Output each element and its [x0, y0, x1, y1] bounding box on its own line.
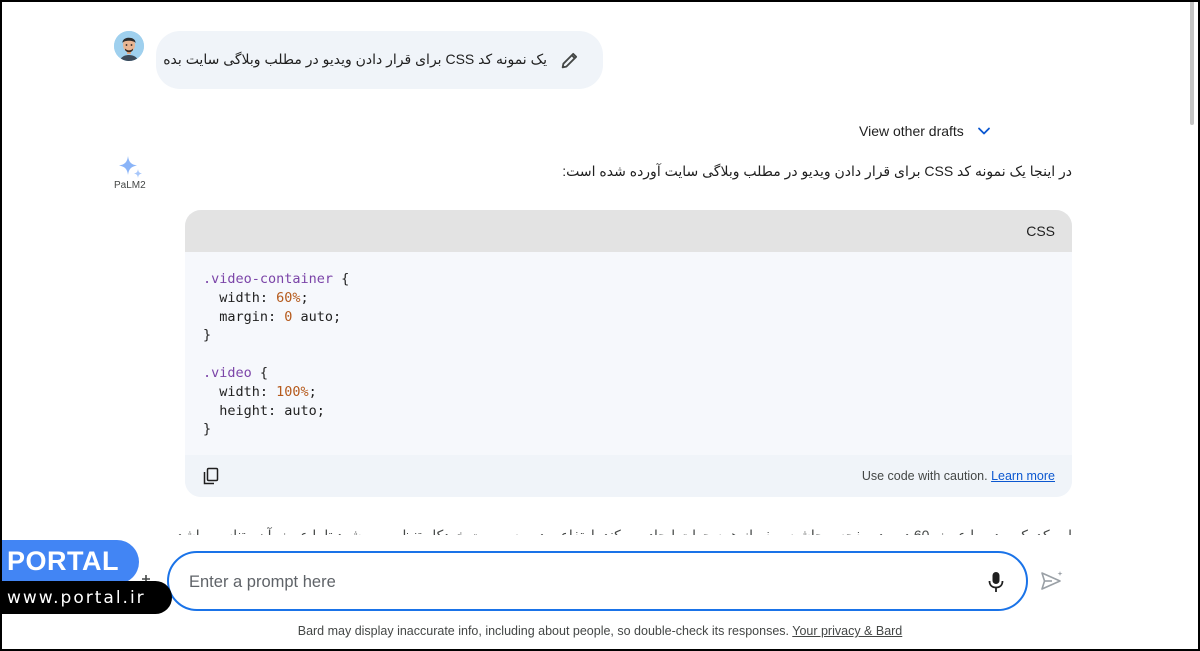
watermark-url: www.portal.ir — [7, 588, 146, 608]
edit-icon[interactable] — [559, 49, 581, 71]
code-line: margin: 0 auto; — [203, 308, 342, 325]
prompt-bar — [167, 551, 1028, 611]
code-block-header: CSS — [185, 210, 1072, 252]
prompt-input[interactable] — [189, 570, 949, 594]
mic-icon[interactable] — [986, 571, 1006, 593]
code-body: .video-container { width: 60%; margin: 0… — [185, 252, 1072, 455]
code-block: CSS .video-container { width: 60%; margi… — [185, 210, 1072, 497]
sparkle-icon — [117, 156, 143, 180]
model-label: PaLM2 — [114, 180, 146, 191]
code-caution: Use code with caution. Learn more — [861, 469, 1055, 483]
code-line: .video { — [203, 364, 269, 381]
user-avatar — [114, 31, 144, 61]
scrollbar[interactable] — [1190, 0, 1194, 125]
reply-continuation-text: این کد یک ویدیو با عرض 60 درصد صفحه و حا… — [172, 527, 1072, 535]
copy-icon[interactable] — [202, 467, 220, 485]
view-other-drafts-label: View other drafts — [859, 123, 964, 139]
privacy-link[interactable]: Your privacy & Bard — [792, 624, 902, 638]
user-message-text: یک نمونه کد CSS برای قرار دادن ویدیو در … — [163, 51, 547, 67]
send-icon[interactable] — [1040, 570, 1064, 592]
code-line: } — [203, 327, 212, 344]
code-line: width: 100%; — [203, 383, 317, 400]
code-language-label: CSS — [1026, 223, 1055, 239]
code-line: width: 60%; — [203, 289, 309, 306]
watermark-brand: PORTAL — [7, 546, 119, 576]
learn-more-link[interactable]: Learn more — [991, 469, 1055, 483]
user-message-bubble: یک نمونه کد CSS برای قرار دادن ویدیو در … — [156, 31, 603, 89]
chevron-down-icon — [977, 127, 990, 135]
disclaimer: Bard may display inaccurate info, includ… — [297, 624, 903, 638]
reply-intro-text: در اینجا یک نمونه کد CSS برای قرار دادن … — [562, 163, 1072, 179]
view-other-drafts-button[interactable]: View other drafts — [859, 120, 992, 142]
code-line: } — [203, 421, 212, 438]
code-block-footer: Use code with caution. Learn more — [185, 455, 1072, 497]
code-line: height: auto; — [203, 402, 325, 419]
code-line: .video-container { — [203, 271, 350, 287]
